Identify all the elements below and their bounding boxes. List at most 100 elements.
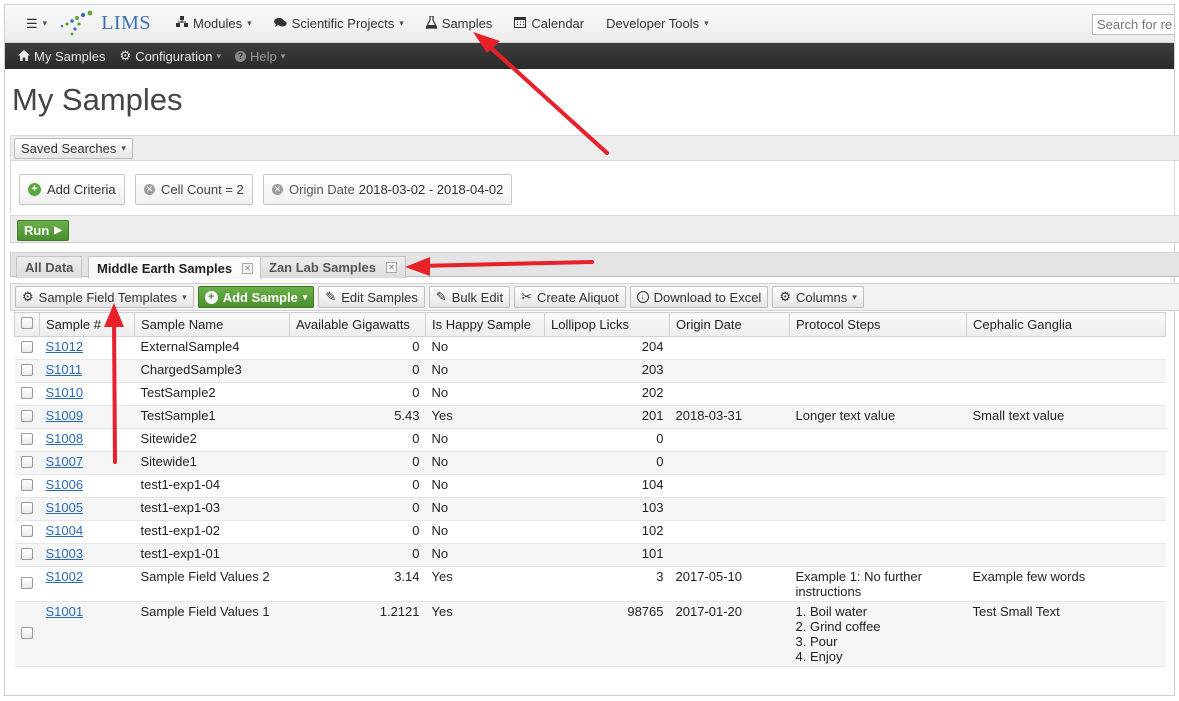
sample-link[interactable]: S1011 bbox=[46, 362, 83, 377]
column-header[interactable]: Sample Name bbox=[134, 312, 290, 337]
bulk-edit-button[interactable]: ✎ Bulk Edit bbox=[428, 286, 511, 308]
row-select-cell bbox=[14, 474, 40, 498]
row-checkbox[interactable] bbox=[20, 501, 33, 514]
table-row[interactable]: S1006 test1-exp1-04 0 No 104 bbox=[14, 474, 1166, 498]
edit-samples-button[interactable]: ✎ Edit Samples bbox=[318, 286, 425, 308]
main-menu-button[interactable]: ☰ ▾ bbox=[15, 5, 53, 43]
nav-developer-tools[interactable]: Developer Tools ▾ bbox=[595, 5, 720, 43]
samples-table: Sample # Sample Name Available Gigawatts… bbox=[14, 312, 1166, 667]
sample-link[interactable]: S1006 bbox=[46, 477, 84, 492]
table-row[interactable]: S1004 test1-exp1-02 0 No 102 bbox=[14, 520, 1166, 544]
table-row[interactable]: S1009 TestSample1 5.43 Yes 201 2018-03-31 Long… bbox=[14, 405, 1166, 429]
cell-protocol-steps bbox=[789, 451, 967, 475]
cell-cephalic-ganglia: Test Small Text bbox=[966, 601, 1166, 667]
run-button[interactable]: Run ▶ bbox=[17, 220, 69, 241]
row-select-cell bbox=[14, 566, 40, 602]
sample-link[interactable]: S1009 bbox=[46, 408, 84, 423]
cell-happy: No bbox=[425, 336, 545, 360]
table-row[interactable]: S1011 ChargedSample3 0 No 203 bbox=[14, 359, 1166, 383]
subnav-my-samples[interactable]: My Samples bbox=[11, 49, 113, 64]
cell-gigawatts: 0 bbox=[289, 474, 426, 498]
close-icon[interactable]: ✕ bbox=[242, 262, 254, 274]
saved-searches-bar: Saved Searches ▾ bbox=[10, 135, 1179, 161]
column-header[interactable]: Is Happy Sample bbox=[425, 312, 545, 337]
cell-sample-name: test1-exp1-01 bbox=[134, 543, 290, 567]
sample-link[interactable]: S1010 bbox=[46, 385, 84, 400]
sample-link[interactable]: S1003 bbox=[46, 546, 84, 561]
row-checkbox[interactable] bbox=[20, 455, 33, 468]
subnav-configuration[interactable]: ⚙ Configuration ▾ bbox=[113, 48, 229, 64]
download-excel-button[interactable]: ↓ Download to Excel bbox=[629, 286, 769, 308]
row-checkbox[interactable] bbox=[20, 363, 33, 376]
table-row[interactable]: S1002 Sample Field Values 2 3.14 Yes 3 2017-0… bbox=[14, 566, 1166, 602]
column-header[interactable]: Origin Date bbox=[669, 312, 790, 337]
columns-button[interactable]: ⚙ Columns ▾ bbox=[772, 286, 864, 308]
sample-field-templates-button[interactable]: ⚙ Sample Field Templates ▾ bbox=[15, 286, 194, 308]
row-checkbox[interactable] bbox=[20, 547, 33, 560]
sample-link[interactable]: S1008 bbox=[46, 431, 84, 446]
table-row[interactable]: S1012 ExternalSample4 0 No 204 bbox=[14, 336, 1166, 360]
cell-sample-id: S1005 bbox=[39, 497, 135, 521]
table-row[interactable]: S1008 Sitewide2 0 No 0 bbox=[14, 428, 1166, 452]
nav-scientific-projects[interactable]: Scientific Projects ▾ bbox=[263, 5, 415, 43]
top-navbar: ☰ ▾ LIMS Modules ▾ Scientific Projects ▾… bbox=[5, 5, 1174, 43]
cell-origin-date bbox=[669, 474, 790, 498]
row-checkbox[interactable] bbox=[20, 386, 33, 399]
subnav-help[interactable]: ? Help ▾ bbox=[228, 49, 292, 64]
column-header[interactable]: Lollipop Licks bbox=[544, 312, 670, 337]
cell-licks: 204 bbox=[544, 336, 670, 360]
row-checkbox[interactable] bbox=[20, 478, 33, 491]
table-row[interactable]: S1001 Sample Field Values 1 1.2121 Yes 98765… bbox=[14, 601, 1166, 667]
cell-happy: Yes bbox=[425, 566, 545, 602]
column-header[interactable]: Available Gigawatts bbox=[289, 312, 426, 337]
remove-criteria-icon[interactable]: ✕ bbox=[272, 184, 283, 195]
row-checkbox[interactable] bbox=[20, 626, 33, 639]
create-aliquot-button[interactable]: ✂ Create Aliquot bbox=[514, 286, 626, 308]
result-tabs: All Data Middle Earth Samples ✕ Zan Lab … bbox=[10, 252, 1179, 279]
row-checkbox[interactable] bbox=[20, 524, 33, 537]
nav-modules[interactable]: Modules ▾ bbox=[165, 5, 263, 43]
add-criteria-button[interactable]: + Add Criteria bbox=[19, 174, 125, 205]
cell-licks: 0 bbox=[544, 428, 670, 452]
sample-link[interactable]: S1004 bbox=[46, 523, 84, 538]
add-sample-button[interactable]: + Add Sample ▾ bbox=[197, 286, 315, 308]
sample-link[interactable]: S1012 bbox=[46, 339, 84, 354]
cell-protocol-steps: 1. Boil water 2. Grind coffee 3. Pour 4.… bbox=[789, 601, 967, 667]
cell-protocol-steps bbox=[789, 520, 967, 544]
column-header[interactable]: Sample # bbox=[39, 312, 135, 337]
criteria-chip-cell-count[interactable]: ✕ Cell Count = 2 bbox=[135, 174, 253, 205]
cell-sample-name: TestSample1 bbox=[134, 405, 290, 429]
cell-licks: 202 bbox=[544, 382, 670, 406]
tab-all-data[interactable]: All Data bbox=[16, 256, 83, 278]
nav-samples[interactable]: Samples bbox=[415, 5, 504, 43]
table-row[interactable]: S1010 TestSample2 0 No 202 bbox=[14, 382, 1166, 406]
column-header[interactable]: Cephalic Ganglia bbox=[966, 312, 1166, 337]
cell-sample-name: Sitewide2 bbox=[134, 428, 290, 452]
remove-criteria-icon[interactable]: ✕ bbox=[144, 184, 155, 195]
sample-link[interactable]: S1007 bbox=[46, 454, 84, 469]
row-checkbox[interactable] bbox=[20, 409, 33, 422]
sample-link[interactable]: S1005 bbox=[46, 500, 84, 515]
table-row[interactable]: S1003 test1-exp1-01 0 No 101 bbox=[14, 543, 1166, 567]
column-header[interactable]: Protocol Steps bbox=[789, 312, 967, 337]
criteria-chip-origin-date[interactable]: ✕ Origin Date 2018-03-02 - 2018-04-02 bbox=[263, 174, 513, 205]
saved-searches-dropdown[interactable]: Saved Searches ▾ bbox=[14, 138, 133, 159]
lims-logo[interactable]: LIMS bbox=[53, 5, 165, 43]
global-search-input[interactable] bbox=[1092, 14, 1174, 35]
row-checkbox[interactable] bbox=[20, 340, 33, 353]
select-all-checkbox[interactable] bbox=[21, 317, 33, 329]
row-checkbox[interactable] bbox=[20, 432, 33, 445]
row-checkbox[interactable] bbox=[20, 576, 33, 589]
tab-middle-earth-samples[interactable]: Middle Earth Samples ✕ bbox=[88, 256, 263, 279]
cell-happy: No bbox=[425, 359, 545, 383]
tab-zan-lab-samples[interactable]: Zan Lab Samples ✕ bbox=[260, 256, 406, 278]
cell-sample-id: S1012 bbox=[39, 336, 135, 360]
sample-link[interactable]: S1002 bbox=[46, 569, 84, 584]
close-icon[interactable]: ✕ bbox=[385, 262, 397, 273]
table-row[interactable]: S1007 Sitewide1 0 No 0 bbox=[14, 451, 1166, 475]
nav-calendar[interactable]: Calendar bbox=[503, 5, 595, 43]
cell-protocol-steps bbox=[789, 497, 967, 521]
sample-link[interactable]: S1001 bbox=[46, 604, 84, 619]
nav-samples-label: Samples bbox=[441, 16, 493, 31]
table-row[interactable]: S1005 test1-exp1-03 0 No 103 bbox=[14, 497, 1166, 521]
